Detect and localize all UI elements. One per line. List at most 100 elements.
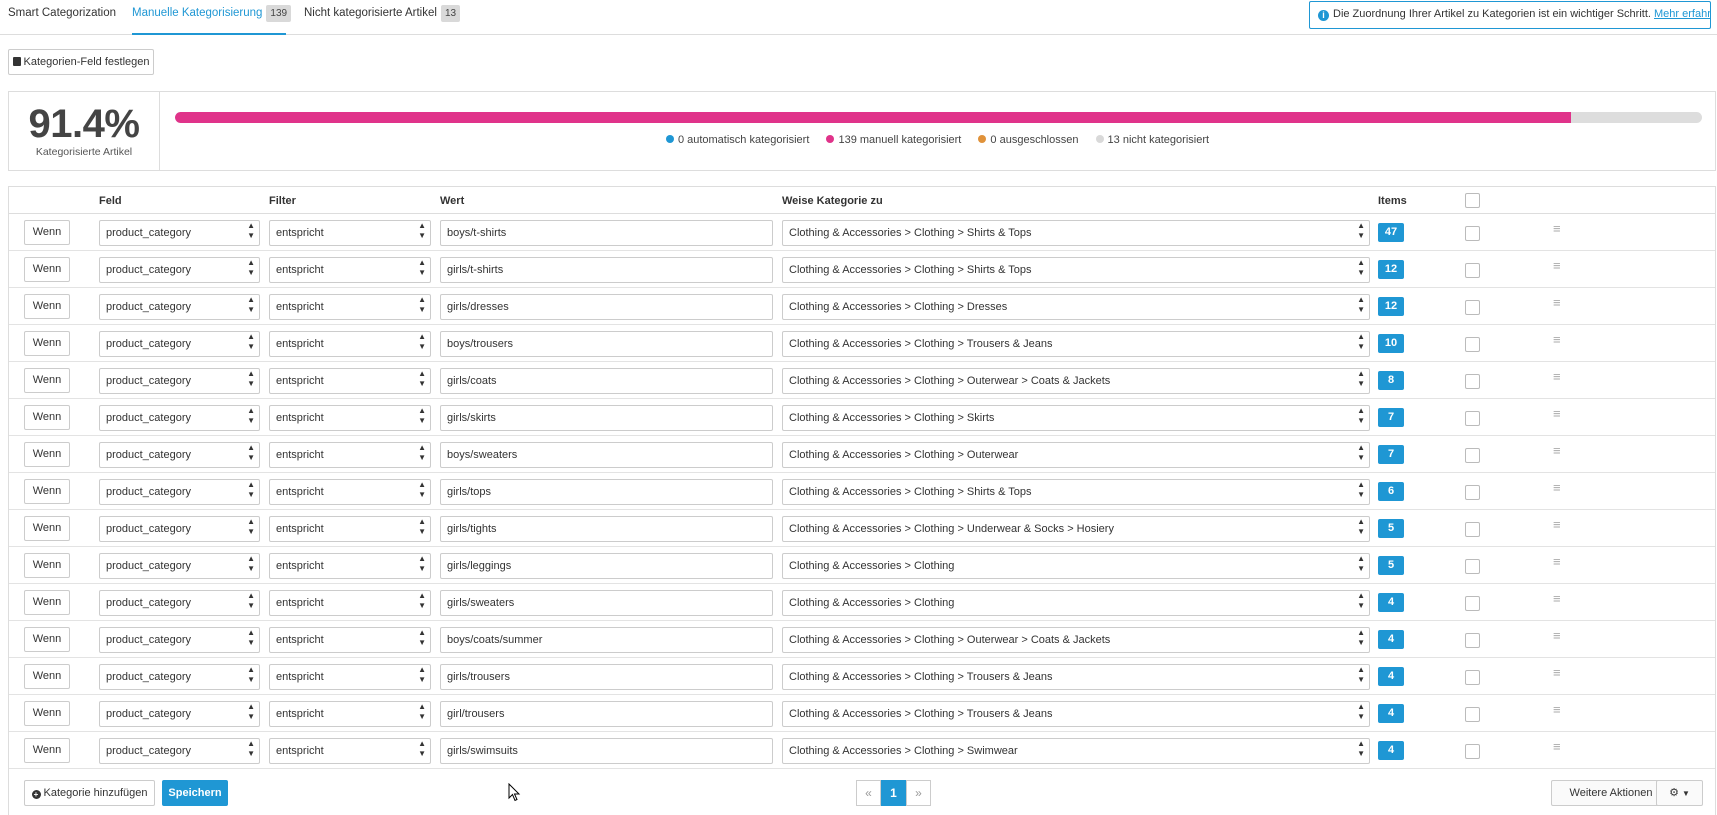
- filter-select[interactable]: entspricht ▲ ▼: [269, 294, 431, 320]
- category-select[interactable]: Clothing & Accessories > Clothing > Dres…: [782, 294, 1370, 320]
- add-category-button[interactable]: + Kategorie hinzufügen: [24, 780, 155, 806]
- if-button[interactable]: Wenn: [24, 479, 70, 504]
- value-input[interactable]: girls/sweaters: [440, 590, 773, 616]
- drag-handle-icon[interactable]: ≡: [1553, 665, 1561, 680]
- if-button[interactable]: Wenn: [24, 627, 70, 652]
- filter-select[interactable]: entspricht ▲ ▼: [269, 553, 431, 579]
- value-input[interactable]: boys/sweaters: [440, 442, 773, 468]
- value-input[interactable]: girls/leggings: [440, 553, 773, 579]
- field-select[interactable]: product_category ▲ ▼: [99, 738, 260, 764]
- drag-handle-icon[interactable]: ≡: [1553, 628, 1561, 643]
- drag-handle-icon[interactable]: ≡: [1553, 258, 1561, 273]
- category-select[interactable]: Clothing & Accessories > Clothing > Trou…: [782, 331, 1370, 357]
- field-select[interactable]: product_category ▲ ▼: [99, 257, 260, 283]
- row-checkbox[interactable]: [1465, 226, 1480, 241]
- filter-select[interactable]: entspricht ▲ ▼: [269, 368, 431, 394]
- category-select[interactable]: Clothing & Accessories > Clothing > Oute…: [782, 368, 1370, 394]
- category-select[interactable]: Clothing & Accessories > Clothing > Shir…: [782, 220, 1370, 246]
- drag-handle-icon[interactable]: ≡: [1553, 295, 1561, 310]
- drag-handle-icon[interactable]: ≡: [1553, 480, 1561, 495]
- prev-page-button[interactable]: «: [856, 780, 881, 806]
- if-button[interactable]: Wenn: [24, 294, 70, 319]
- category-select[interactable]: Clothing & Accessories > Clothing > Oute…: [782, 627, 1370, 653]
- row-checkbox[interactable]: [1465, 485, 1480, 500]
- row-checkbox[interactable]: [1465, 337, 1480, 352]
- field-select[interactable]: product_category ▲ ▼: [99, 701, 260, 727]
- if-button[interactable]: Wenn: [24, 553, 70, 578]
- filter-select[interactable]: entspricht ▲ ▼: [269, 479, 431, 505]
- field-select[interactable]: product_category ▲ ▼: [99, 627, 260, 653]
- field-select[interactable]: product_category ▲ ▼: [99, 442, 260, 468]
- category-select[interactable]: Clothing & Accessories > Clothing > Swim…: [782, 738, 1370, 764]
- row-checkbox[interactable]: [1465, 633, 1480, 648]
- row-checkbox[interactable]: [1465, 374, 1480, 389]
- drag-handle-icon[interactable]: ≡: [1553, 554, 1561, 569]
- gear-dropdown-button[interactable]: ⚙ ▼: [1656, 780, 1703, 806]
- row-checkbox[interactable]: [1465, 596, 1480, 611]
- value-input[interactable]: boys/t-shirts: [440, 220, 773, 246]
- if-button[interactable]: Wenn: [24, 257, 70, 282]
- drag-handle-icon[interactable]: ≡: [1553, 591, 1561, 606]
- filter-select[interactable]: entspricht ▲ ▼: [269, 590, 431, 616]
- row-checkbox[interactable]: [1465, 744, 1480, 759]
- next-page-button[interactable]: »: [906, 780, 931, 806]
- category-select[interactable]: Clothing & Accessories > Clothing ▲ ▼: [782, 590, 1370, 616]
- row-checkbox[interactable]: [1465, 411, 1480, 426]
- category-select[interactable]: Clothing & Accessories > Clothing > Trou…: [782, 701, 1370, 727]
- filter-select[interactable]: entspricht ▲ ▼: [269, 331, 431, 357]
- category-select[interactable]: Clothing & Accessories > Clothing > Shir…: [782, 479, 1370, 505]
- row-checkbox[interactable]: [1465, 670, 1480, 685]
- filter-select[interactable]: entspricht ▲ ▼: [269, 442, 431, 468]
- field-select[interactable]: product_category ▲ ▼: [99, 664, 260, 690]
- if-button[interactable]: Wenn: [24, 516, 70, 541]
- field-select[interactable]: product_category ▲ ▼: [99, 331, 260, 357]
- field-select[interactable]: product_category ▲ ▼: [99, 516, 260, 542]
- drag-handle-icon[interactable]: ≡: [1553, 332, 1561, 347]
- if-button[interactable]: Wenn: [24, 738, 70, 763]
- category-select[interactable]: Clothing & Accessories > Clothing > Trou…: [782, 664, 1370, 690]
- if-button[interactable]: Wenn: [24, 664, 70, 689]
- if-button[interactable]: Wenn: [24, 220, 70, 245]
- category-select[interactable]: Clothing & Accessories > Clothing > Skir…: [782, 405, 1370, 431]
- row-checkbox[interactable]: [1465, 559, 1480, 574]
- select-all-checkbox[interactable]: [1465, 193, 1480, 208]
- tab-smart-categorization[interactable]: Smart Categorization: [8, 0, 116, 35]
- if-button[interactable]: Wenn: [24, 590, 70, 615]
- drag-handle-icon[interactable]: ≡: [1553, 739, 1561, 754]
- filter-select[interactable]: entspricht ▲ ▼: [269, 405, 431, 431]
- field-select[interactable]: product_category ▲ ▼: [99, 294, 260, 320]
- field-select[interactable]: product_category ▲ ▼: [99, 368, 260, 394]
- filter-select[interactable]: entspricht ▲ ▼: [269, 627, 431, 653]
- drag-handle-icon[interactable]: ≡: [1553, 517, 1561, 532]
- if-button[interactable]: Wenn: [24, 331, 70, 356]
- tab-uncategorized-items[interactable]: Nicht kategorisierte Artikel 13: [304, 0, 461, 35]
- field-select[interactable]: product_category ▲ ▼: [99, 405, 260, 431]
- value-input[interactable]: girls/tights: [440, 516, 773, 542]
- set-category-field-button[interactable]: Kategorien-Feld festlegen: [8, 49, 154, 75]
- if-button[interactable]: Wenn: [24, 442, 70, 467]
- row-checkbox[interactable]: [1465, 522, 1480, 537]
- drag-handle-icon[interactable]: ≡: [1553, 369, 1561, 384]
- row-checkbox[interactable]: [1465, 263, 1480, 278]
- field-select[interactable]: product_category ▲ ▼: [99, 590, 260, 616]
- value-input[interactable]: girls/skirts: [440, 405, 773, 431]
- filter-select[interactable]: entspricht ▲ ▼: [269, 257, 431, 283]
- filter-select[interactable]: entspricht ▲ ▼: [269, 738, 431, 764]
- value-input[interactable]: girls/swimsuits: [440, 738, 773, 764]
- drag-handle-icon[interactable]: ≡: [1553, 702, 1561, 717]
- field-select[interactable]: product_category ▲ ▼: [99, 553, 260, 579]
- more-actions-button[interactable]: Weitere Aktionen: [1551, 780, 1671, 806]
- filter-select[interactable]: entspricht ▲ ▼: [269, 701, 431, 727]
- tab-manual-categorization[interactable]: Manuelle Kategorisierung 139: [132, 0, 292, 35]
- row-checkbox[interactable]: [1465, 448, 1480, 463]
- category-select[interactable]: Clothing & Accessories > Clothing > Shir…: [782, 257, 1370, 283]
- if-button[interactable]: Wenn: [24, 701, 70, 726]
- value-input[interactable]: girls/tops: [440, 479, 773, 505]
- value-input[interactable]: boys/coats/summer: [440, 627, 773, 653]
- category-select[interactable]: Clothing & Accessories > Clothing ▲ ▼: [782, 553, 1370, 579]
- if-button[interactable]: Wenn: [24, 405, 70, 430]
- value-input[interactable]: girl/trousers: [440, 701, 773, 727]
- category-select[interactable]: Clothing & Accessories > Clothing > Oute…: [782, 442, 1370, 468]
- drag-handle-icon[interactable]: ≡: [1553, 443, 1561, 458]
- drag-handle-icon[interactable]: ≡: [1553, 406, 1561, 421]
